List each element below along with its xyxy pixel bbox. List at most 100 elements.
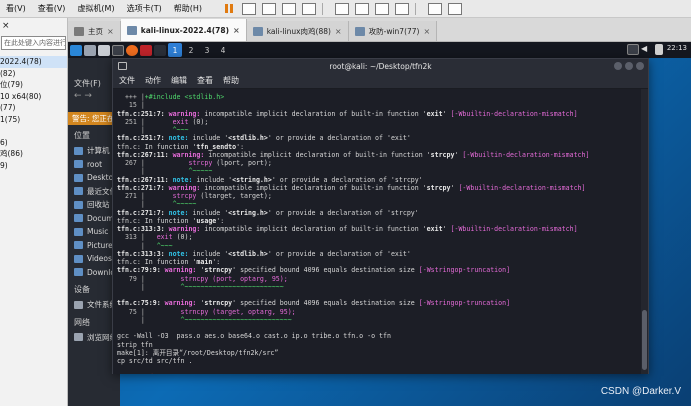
workspace-2[interactable]: 2 bbox=[184, 43, 198, 57]
volume-icon[interactable]: ◀ bbox=[641, 44, 653, 55]
music-folder-icon bbox=[74, 227, 83, 236]
tab-win7[interactable]: 攻防-win7(77) × bbox=[348, 21, 438, 41]
terminal-window[interactable]: root@kali: ~/Desktop/tfn2k 文件 动作 编辑 查看 帮… bbox=[112, 58, 649, 374]
snapshot-icon[interactable] bbox=[262, 2, 276, 15]
terminal-menu-view[interactable]: 查看 bbox=[197, 75, 213, 86]
console-view-icon[interactable] bbox=[428, 2, 442, 15]
terminal-line: tfn.c: In function 'main': bbox=[117, 258, 221, 266]
close-icon[interactable]: × bbox=[423, 27, 430, 36]
firefox-icon[interactable] bbox=[126, 44, 138, 56]
library-vm-item[interactable]: (82) bbox=[0, 68, 67, 80]
dropdown-icon[interactable] bbox=[154, 44, 166, 56]
guest-desktop[interactable]: 1 2 3 4 ◀ 22:13 文件(F) ← → 警告: 您正在使用 root… bbox=[68, 42, 691, 406]
terminal-line: tfn.c:79:9: warning: 'strncpy' specified… bbox=[117, 266, 511, 275]
library-close-icon[interactable]: × bbox=[2, 21, 10, 31]
csdn-watermark: CSDN @Darker.V bbox=[600, 386, 681, 397]
home-icon bbox=[74, 26, 84, 36]
desktop-folder-icon bbox=[74, 173, 83, 182]
workspace-4[interactable]: 4 bbox=[216, 43, 230, 57]
stretch-guest-icon[interactable] bbox=[448, 2, 462, 15]
terminal-line: 267 | strcpy (lport, port); bbox=[117, 159, 272, 167]
terminal-menu-edit[interactable]: 编辑 bbox=[171, 75, 187, 86]
library-vm-item[interactable]: 6) bbox=[0, 137, 67, 149]
terminal-line: 15 | bbox=[117, 101, 145, 110]
send-ctrl-alt-del-icon[interactable] bbox=[242, 2, 256, 15]
workspace-1[interactable]: 1 bbox=[168, 43, 182, 57]
drive-icon bbox=[74, 300, 83, 309]
file-manager-icon[interactable] bbox=[98, 44, 110, 56]
maximize-button[interactable] bbox=[625, 62, 633, 70]
unity-icon[interactable] bbox=[395, 2, 409, 15]
full-screen-icon[interactable] bbox=[375, 2, 389, 15]
network-icon bbox=[74, 333, 83, 342]
tray-icon[interactable] bbox=[627, 44, 639, 55]
menu-vm[interactable]: 虚拟机(M) bbox=[71, 3, 120, 14]
terminal-line: 251 | exit (0); bbox=[117, 117, 209, 126]
vm-tab-bar: 主页 × kali-linux-2022.4(78) × kali-linux肉… bbox=[68, 18, 691, 42]
menu-view[interactable]: 查看(V) bbox=[32, 3, 72, 14]
scrollbar-thumb[interactable] bbox=[642, 310, 647, 370]
library-vm-item[interactable] bbox=[0, 125, 67, 137]
vm-icon bbox=[126, 25, 137, 35]
library-vm-item[interactable]: 位(79) bbox=[0, 79, 67, 91]
show-desktop-icon[interactable] bbox=[84, 44, 96, 56]
terminal-line: +++ |+#include <stdlib.h> bbox=[117, 93, 225, 101]
terminal-menu-help[interactable]: 帮助 bbox=[223, 75, 239, 86]
terminal-line: | ^~~~~~~~~~~~~~~~~~~~~~~~~~ bbox=[117, 282, 284, 291]
show-library-icon[interactable] bbox=[335, 2, 349, 15]
terminal-line: tfn.c:271:7: note: include '<string.h>' … bbox=[117, 208, 419, 217]
home-folder-icon bbox=[74, 160, 83, 169]
revert-snapshot-icon[interactable] bbox=[282, 2, 296, 15]
close-button[interactable] bbox=[636, 62, 644, 70]
library-vm-item[interactable]: 1(75) bbox=[0, 114, 67, 126]
thumbnail-bar-icon[interactable] bbox=[355, 2, 369, 15]
pause-icon[interactable] bbox=[222, 3, 236, 15]
menu-help[interactable]: 帮助(H) bbox=[168, 3, 208, 14]
notification-icon[interactable] bbox=[655, 44, 663, 55]
terminal-prompt: ┌──(root㉿kali)-[~/Desktop/tfn2k] bbox=[117, 374, 638, 375]
terminal-line: tfn.c:267:11: note: include '<string.h>'… bbox=[117, 175, 423, 184]
tab-kali-linux-2022[interactable]: kali-linux-2022.4(78) × bbox=[120, 19, 247, 41]
menu-tabs[interactable]: 选项卡(T) bbox=[121, 3, 168, 14]
kali-menu-icon[interactable] bbox=[70, 44, 82, 56]
library-vm-item[interactable]: 9) bbox=[0, 160, 67, 172]
computer-icon bbox=[74, 146, 83, 155]
terminal-line: tfn.c:75:9: warning: 'strncpy' specified… bbox=[117, 299, 511, 308]
tab-kali-linux-bot[interactable]: kali-linux肉鸡(88) × bbox=[246, 21, 349, 41]
library-vm-item[interactable]: 2022.4(78) bbox=[0, 56, 67, 68]
workspace-3[interactable]: 3 bbox=[200, 43, 214, 57]
terminal-icon[interactable] bbox=[112, 44, 124, 56]
menu-view-partial[interactable]: 看(V) bbox=[0, 3, 32, 14]
terminal-line: strip tfn bbox=[117, 340, 153, 349]
recent-icon bbox=[74, 187, 83, 196]
terminal-line: | ^~~~~~ bbox=[117, 167, 213, 176]
terminal-title: root@kali: ~/Desktop/tfn2k bbox=[329, 61, 432, 71]
terminal-line: make[1]: 离开目录“/root/Desktop/tfn2k/src” bbox=[117, 348, 279, 357]
minimize-button[interactable] bbox=[614, 62, 622, 70]
terminal-output[interactable]: +++ |+#include <stdlib.h> 15 | tfn.c:251:… bbox=[113, 89, 642, 374]
kali-top-panel: 1 2 3 4 ◀ 22:13 bbox=[68, 42, 691, 58]
terminal-line: | ^~~~~~ bbox=[117, 200, 197, 209]
terminal-titlebar[interactable]: root@kali: ~/Desktop/tfn2k bbox=[113, 59, 648, 73]
close-icon[interactable]: × bbox=[335, 27, 342, 36]
terminal-scrollbar[interactable] bbox=[641, 89, 648, 374]
panel-clock[interactable]: 22:13 bbox=[667, 44, 687, 52]
pictures-folder-icon bbox=[74, 241, 83, 250]
library-search-input[interactable]: 在此处键入内容进行搜索 bbox=[1, 36, 66, 50]
red-app-icon[interactable] bbox=[140, 44, 152, 56]
close-icon[interactable]: × bbox=[233, 26, 240, 35]
terminal-line: 313 | exit (0); bbox=[117, 233, 193, 242]
terminal-line: 79 | strncpy (port, optarg, 95); bbox=[117, 274, 288, 283]
library-vm-item[interactable]: 10 x64(80) bbox=[0, 91, 67, 103]
host-menubar: 看(V) 查看(V) 虚拟机(M) 选项卡(T) 帮助(H) bbox=[0, 0, 691, 18]
manage-snapshots-icon[interactable] bbox=[302, 2, 316, 15]
close-icon[interactable]: × bbox=[107, 27, 114, 36]
library-vm-item[interactable]: (77) bbox=[0, 102, 67, 114]
terminal-menu-action[interactable]: 动作 bbox=[145, 75, 161, 86]
tab-home[interactable]: 主页 × bbox=[68, 21, 121, 41]
terminal-line: | ^~~~ bbox=[117, 241, 173, 250]
trash-icon bbox=[74, 200, 83, 209]
terminal-menu-file[interactable]: 文件 bbox=[119, 75, 135, 86]
terminal-line: tfn.c:251:7: warning: incompatible impli… bbox=[117, 109, 578, 118]
library-vm-item[interactable]: 鸡(86) bbox=[0, 148, 67, 160]
